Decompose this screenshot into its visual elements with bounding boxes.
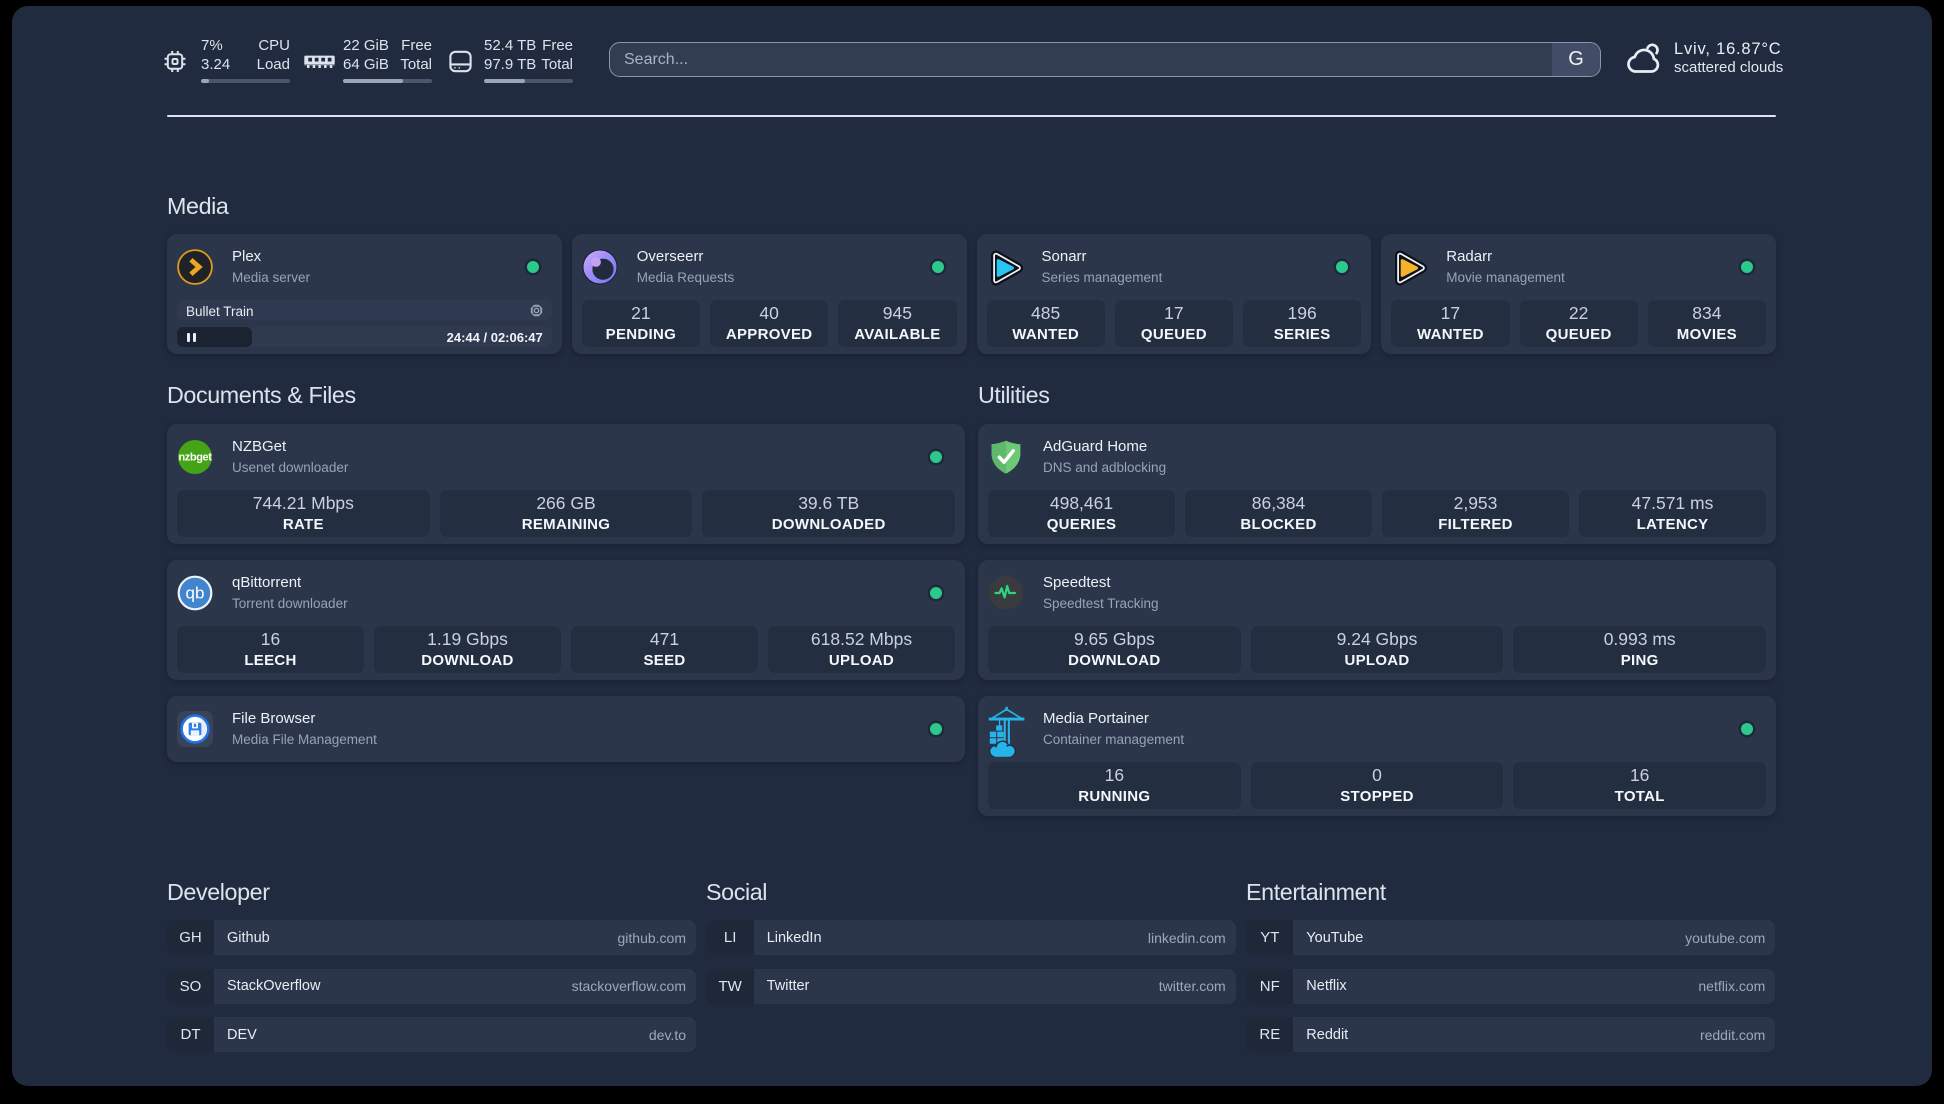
svg-text:qb: qb [186,584,205,603]
svg-text:nzbget: nzbget [178,452,212,464]
